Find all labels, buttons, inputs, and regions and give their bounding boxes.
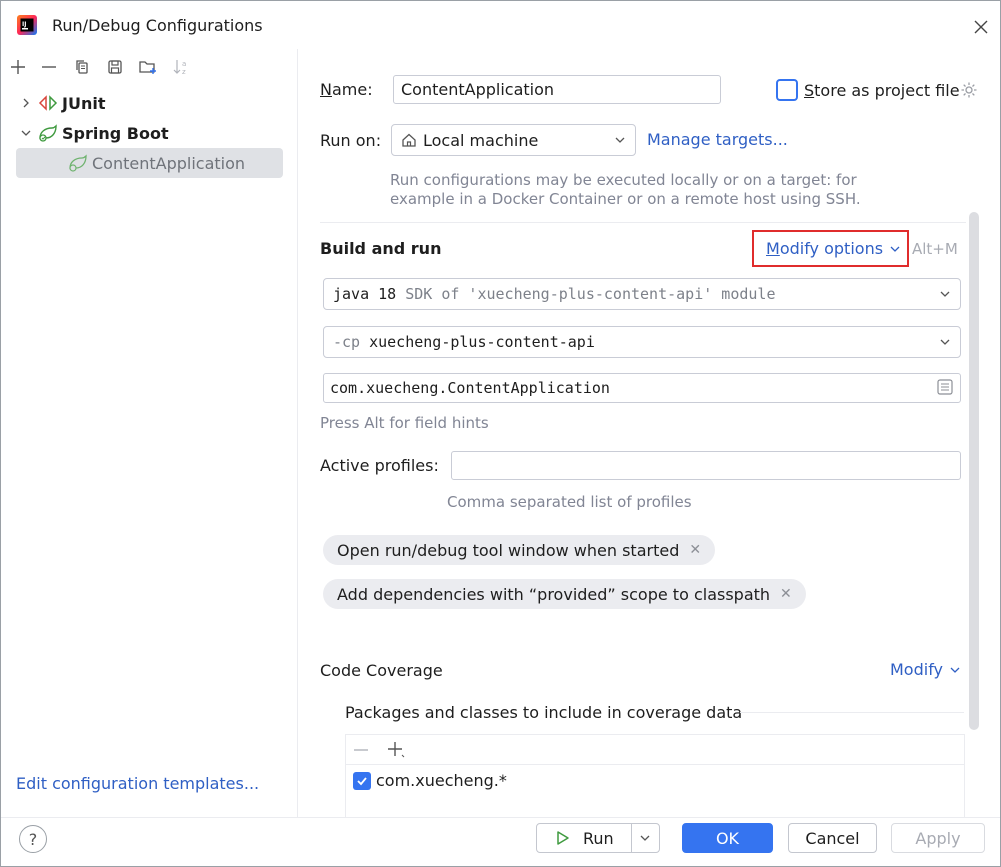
press-alt-hint: Press Alt for field hints: [320, 414, 489, 432]
chevron-down-icon[interactable]: [639, 832, 651, 844]
copy-icon[interactable]: [71, 56, 93, 78]
coverage-modify-link[interactable]: Modify: [890, 660, 961, 679]
store-label-text: tore as project file: [814, 81, 960, 100]
modify-options-mnemonic: M: [766, 239, 780, 258]
title-bar: IJ Run/Debug Configurations: [1, 1, 1000, 49]
coverage-item-row: com.xuecheng.*: [353, 771, 507, 790]
configurations-tree-panel: az JUnit Spring Boot ContentApplication …: [1, 49, 298, 817]
tree-item-label: JUnit: [62, 93, 106, 113]
tree-item-label: ContentApplication: [92, 153, 246, 173]
tree-item-content-application[interactable]: ContentApplication: [16, 148, 283, 178]
option-chip-provided-dependencies: Add dependencies with “provided” scope t…: [323, 579, 806, 609]
jdk-version: java 18: [333, 285, 397, 303]
apply-button[interactable]: Apply: [891, 823, 985, 853]
svg-text:z: z: [182, 68, 186, 76]
scrollbar-thumb[interactable]: [969, 212, 979, 730]
coverage-item-label: com.xuecheng.*: [376, 771, 507, 790]
remove-option-icon[interactable]: ✕: [689, 542, 701, 558]
tree-item-label: Spring Boot: [62, 123, 169, 143]
close-icon[interactable]: [967, 13, 995, 41]
chip-label: Add dependencies with “provided” scope t…: [337, 584, 771, 604]
option-chip-open-tool-window: Open run/debug tool window when started …: [323, 535, 716, 565]
store-as-project-file-checkbox[interactable]: [776, 79, 798, 101]
remove-option-icon[interactable]: ✕: [780, 586, 792, 602]
svg-text:a: a: [182, 60, 186, 68]
split-divider: [631, 824, 632, 852]
new-folder-icon[interactable]: [137, 56, 159, 78]
chip-label: Open run/debug tool window when started: [337, 540, 680, 560]
intellij-app-icon: IJ: [17, 15, 37, 35]
chevron-down-icon: [614, 125, 626, 155]
active-profiles-hint: Comma separated list of profiles: [447, 493, 692, 511]
name-label-text: ame:: [331, 80, 373, 99]
classpath-prefix: -cp: [333, 333, 361, 351]
classpath-module: xuecheng-plus-content-api: [369, 333, 595, 351]
ok-button[interactable]: OK: [682, 823, 773, 853]
gear-icon[interactable]: [960, 81, 978, 103]
browse-class-icon[interactable]: [936, 378, 954, 400]
coverage-list-toolbar: [346, 735, 964, 765]
tree-item-spring-boot[interactable]: Spring Boot: [16, 118, 169, 148]
store-label-mnemonic: S: [804, 81, 815, 100]
spring-boot-config-icon: [66, 154, 90, 172]
run-button-label: Run: [583, 828, 614, 848]
chevron-down-icon: [939, 279, 951, 309]
active-profiles-label: Active profiles:: [320, 456, 439, 475]
build-and-run-title: Build and run: [320, 239, 442, 258]
classpath-module-combo[interactable]: -cp xuecheng-plus-content-api: [323, 326, 961, 358]
store-as-project-file-label: Store as project file: [804, 81, 960, 100]
chevron-down-icon: [939, 327, 951, 357]
window-title: Run/Debug Configurations: [52, 16, 263, 35]
code-coverage-title: Code Coverage: [320, 661, 443, 680]
cancel-button[interactable]: Cancel: [788, 823, 877, 853]
run-on-combo[interactable]: Local machine: [391, 124, 636, 156]
name-input[interactable]: ContentApplication: [393, 75, 721, 104]
name-label: Name:: [320, 80, 373, 99]
sort-icon[interactable]: az: [170, 56, 192, 78]
jdk-combo[interactable]: java 18 SDK of 'xuecheng-plus-content-ap…: [323, 278, 961, 310]
chevron-right-icon[interactable]: [16, 98, 36, 108]
coverage-modify-text: Modify: [890, 660, 944, 679]
manage-targets-link[interactable]: Manage targets...: [647, 130, 788, 149]
coverage-divider: [740, 712, 964, 713]
jdk-description: SDK of 'xuecheng-plus-content-api' modul…: [405, 285, 776, 303]
coverage-item-checkbox[interactable]: [353, 771, 371, 790]
junit-icon: [36, 95, 60, 111]
spring-boot-icon: [36, 124, 60, 142]
help-button[interactable]: ?: [19, 825, 47, 853]
run-on-hint-line-2: example in a Docker Container or on a re…: [390, 190, 861, 208]
chevron-down-icon[interactable]: [16, 128, 36, 138]
run-on-label: Run on:: [320, 131, 382, 150]
modify-options-shortcut: Alt+M: [912, 240, 958, 258]
run-icon: [555, 830, 571, 846]
add-icon[interactable]: [7, 56, 29, 78]
modify-options-text: odify options: [779, 239, 884, 258]
edit-configuration-templates-link[interactable]: Edit configuration templates...: [16, 774, 259, 793]
remove-icon[interactable]: [353, 742, 369, 762]
save-icon[interactable]: [104, 56, 126, 78]
chevron-down-icon: [949, 664, 961, 676]
tree-item-junit[interactable]: JUnit: [16, 88, 105, 118]
chevron-down-icon: [889, 243, 901, 255]
home-icon: [401, 132, 417, 148]
svg-text:IJ: IJ: [22, 21, 26, 28]
section-divider: [320, 222, 966, 223]
main-class-value: com.xuecheng.ContentApplication: [330, 379, 610, 397]
run-on-value: Local machine: [423, 130, 539, 150]
name-label-mnemonic: N: [320, 80, 332, 99]
coverage-packages-list: com.xuecheng.*: [345, 734, 965, 817]
modify-options-link[interactable]: Modify options: [766, 239, 901, 258]
active-profiles-input[interactable]: [451, 451, 961, 480]
coverage-packages-label: Packages and classes to include in cover…: [345, 703, 743, 722]
run-split-button[interactable]: Run: [536, 823, 660, 853]
run-on-hint-line-1: Run configurations may be executed local…: [390, 171, 857, 189]
main-class-input[interactable]: com.xuecheng.ContentApplication: [323, 373, 961, 403]
remove-icon[interactable]: [38, 56, 60, 78]
add-icon[interactable]: [386, 740, 406, 764]
